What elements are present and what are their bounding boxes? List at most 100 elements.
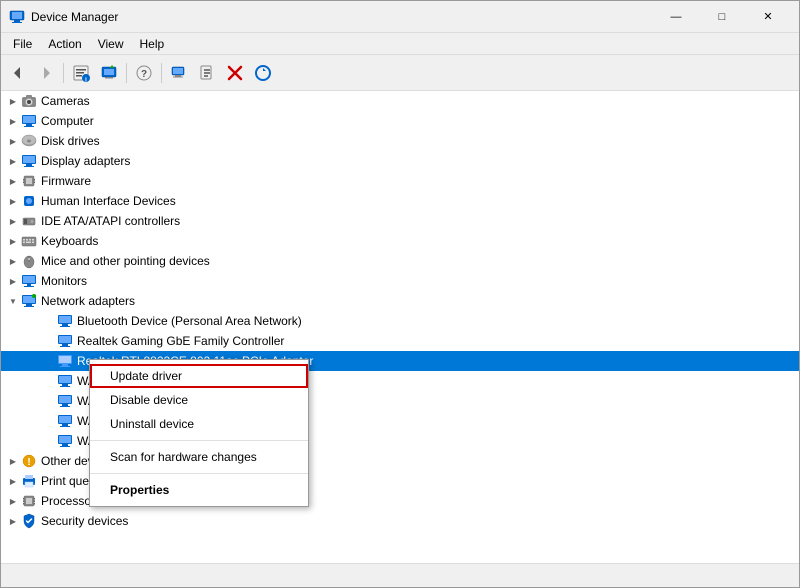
mice-label: Mice and other pointing devices	[41, 254, 210, 268]
back-button[interactable]	[5, 60, 31, 86]
toolbar-sep-1	[63, 63, 64, 83]
network-icon	[21, 293, 37, 309]
realtek-gbe-label: Realtek Gaming GbE Family Controller	[77, 334, 284, 348]
expander-disk[interactable]: ▶	[5, 133, 21, 149]
wan-sstp-icon	[57, 433, 73, 449]
tree-item-cameras[interactable]: ▶ Cameras	[1, 91, 799, 111]
mice-icon	[21, 253, 37, 269]
wan-nm-icon	[57, 393, 73, 409]
ctx-separator	[90, 440, 308, 441]
ctx-update-driver[interactable]: Update driver	[90, 364, 308, 388]
menu-file[interactable]: File	[5, 35, 40, 53]
expander-computer[interactable]: ▶	[5, 113, 21, 129]
tree-item-realtek-gbe[interactable]: ▶ Realtek Gaming GbE Family Controller	[1, 331, 799, 351]
ide-icon	[21, 213, 37, 229]
tree-item-security[interactable]: ▶ Security devices	[1, 511, 799, 531]
tree-item-ide[interactable]: ▶ IDE ATA/ATAPI controllers	[1, 211, 799, 231]
expander-security[interactable]: ▶	[5, 513, 21, 529]
tree-item-hid[interactable]: ▶ Human Interface Devices	[1, 191, 799, 211]
realtek-wifi-icon	[57, 353, 73, 369]
remove-toolbar-button[interactable]	[222, 60, 248, 86]
ctx-scan-hardware[interactable]: Scan for hardware changes	[90, 445, 308, 469]
menu-action[interactable]: Action	[40, 35, 89, 53]
computer-label: Computer	[41, 114, 94, 128]
expander-other[interactable]: ▶	[5, 453, 21, 469]
titlebar-icon	[9, 9, 25, 25]
disk-icon	[21, 133, 37, 149]
statusbar	[1, 563, 799, 587]
expander-ide[interactable]: ▶	[5, 213, 21, 229]
forward-button[interactable]	[33, 60, 59, 86]
firmware-label: Firmware	[41, 174, 91, 188]
maximize-button[interactable]: □	[699, 1, 745, 33]
help-toolbar-button[interactable]: ?	[131, 60, 157, 86]
ctx-uninstall-device[interactable]: Uninstall device	[90, 412, 308, 436]
ctx-disable-device[interactable]: Disable device	[90, 388, 308, 412]
expander-network[interactable]: ▼	[5, 293, 21, 309]
toolbar-sep-3	[161, 63, 162, 83]
context-menu: Update driver Disable device Uninstall d…	[89, 359, 309, 507]
hid-icon	[21, 193, 37, 209]
add-toolbar-button[interactable]	[194, 60, 220, 86]
security-label: Security devices	[41, 514, 128, 528]
computer-icon	[21, 113, 37, 129]
ctx-separator-2	[90, 473, 308, 474]
toolbar-sep-2	[126, 63, 127, 83]
menu-view[interactable]: View	[90, 35, 132, 53]
expander-cameras[interactable]: ▶	[5, 93, 21, 109]
titlebar-title: Device Manager	[31, 10, 653, 24]
print-icon	[21, 473, 37, 489]
bluetooth-label: Bluetooth Device (Personal Area Network)	[77, 314, 302, 328]
monitors-icon	[21, 273, 37, 289]
tree-item-firmware[interactable]: ▶ Firmware	[1, 171, 799, 191]
realtek-gbe-icon	[57, 333, 73, 349]
expander-hid[interactable]: ▶	[5, 193, 21, 209]
ide-label: IDE ATA/ATAPI controllers	[41, 214, 180, 228]
tree-item-computer[interactable]: ▶ Computer	[1, 111, 799, 131]
hid-label: Human Interface Devices	[41, 194, 176, 208]
wan-pptp-icon	[57, 413, 73, 429]
tree-item-bluetooth[interactable]: ▶ Bluetooth Device (Personal Area Networ…	[1, 311, 799, 331]
menubar: File Action View Help	[1, 33, 799, 55]
tree-item-keyboards[interactable]: ▶ Keyboards	[1, 231, 799, 251]
titlebar-controls: — □ ✕	[653, 1, 791, 33]
keyboards-label: Keyboards	[41, 234, 98, 248]
security-icon	[21, 513, 37, 529]
menu-help[interactable]: Help	[132, 35, 173, 53]
refresh-toolbar-button[interactable]	[250, 60, 276, 86]
minimize-button[interactable]: —	[653, 1, 699, 33]
close-button[interactable]: ✕	[745, 1, 791, 33]
expander-mice[interactable]: ▶	[5, 253, 21, 269]
wan-l2tp-icon	[57, 373, 73, 389]
monitors-label: Monitors	[41, 274, 87, 288]
toolbar: i ?	[1, 55, 799, 91]
expander-print[interactable]: ▶	[5, 473, 21, 489]
expander-firmware[interactable]: ▶	[5, 173, 21, 189]
svg-text:!: !	[27, 457, 30, 468]
display-label: Display adapters	[41, 154, 130, 168]
main-area: ▶ Cameras ▶	[1, 91, 799, 563]
network-label: Network adapters	[41, 294, 135, 308]
cameras-label: Cameras	[41, 94, 90, 108]
tree-item-disk[interactable]: ▶ Disk drives	[1, 131, 799, 151]
scan-toolbar-button[interactable]	[166, 60, 192, 86]
bluetooth-icon	[57, 313, 73, 329]
update-driver-toolbar-button[interactable]	[96, 60, 122, 86]
expander-keyboards[interactable]: ▶	[5, 233, 21, 249]
properties-toolbar-button[interactable]: i	[68, 60, 94, 86]
disk-label: Disk drives	[41, 134, 100, 148]
expander-display[interactable]: ▶	[5, 153, 21, 169]
firmware-icon	[21, 173, 37, 189]
ctx-properties[interactable]: Properties	[90, 478, 308, 502]
tree-item-display[interactable]: ▶ Display adapters	[1, 151, 799, 171]
tree-item-network[interactable]: ▼ Network adapters	[1, 291, 799, 311]
tree-item-mice[interactable]: ▶ Mice and other pointing devices	[1, 251, 799, 271]
other-icon: !	[21, 453, 37, 469]
device-manager-window: Device Manager — □ ✕ File Action View He…	[0, 0, 800, 588]
cameras-icon	[21, 93, 37, 109]
expander-monitors[interactable]: ▶	[5, 273, 21, 289]
tree-item-monitors[interactable]: ▶ Monitors	[1, 271, 799, 291]
expander-processors[interactable]: ▶	[5, 493, 21, 509]
keyboard-icon	[21, 233, 37, 249]
tree-pane[interactable]: ▶ Cameras ▶	[1, 91, 799, 563]
